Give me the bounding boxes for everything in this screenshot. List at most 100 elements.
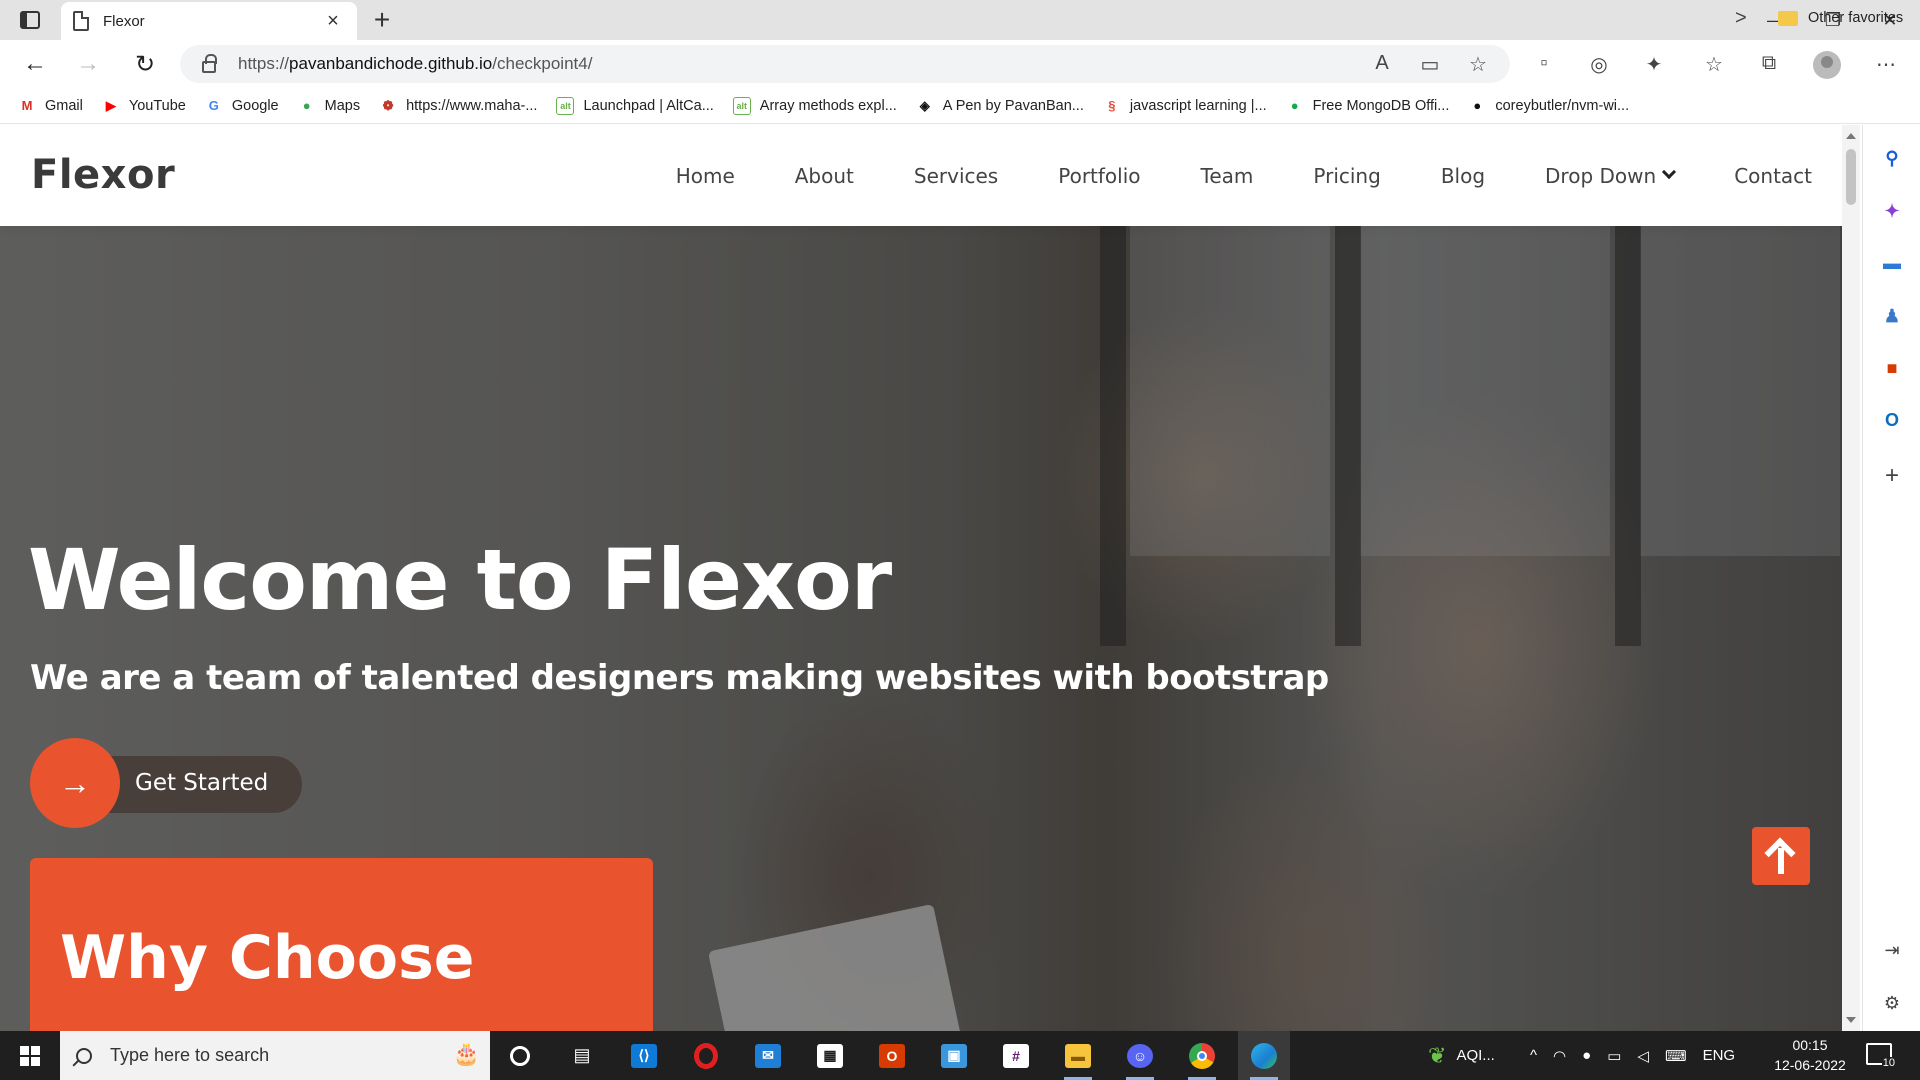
get-started-button[interactable]: → Get Started xyxy=(30,738,302,828)
browser-tab[interactable]: Flexor × xyxy=(61,2,357,40)
nav-link-label: Services xyxy=(913,163,999,188)
discover-icon[interactable]: ✦ xyxy=(1879,198,1905,224)
screenshot-icon[interactable]: ◎ xyxy=(1585,52,1613,78)
bookmark-item[interactable]: G Google xyxy=(205,97,279,115)
add-favorite-icon[interactable]: ☆ xyxy=(1466,52,1490,77)
office-icon[interactable]: ■ xyxy=(1879,355,1905,381)
refresh-icon: ↻ xyxy=(134,50,156,78)
hide-sidebar-icon[interactable]: ⇥ xyxy=(1879,937,1905,963)
weather-label: AQI... xyxy=(1456,1047,1495,1064)
bookmark-item[interactable]: ▶ YouTube xyxy=(102,97,186,115)
nav-link-label: Team xyxy=(1200,163,1254,188)
scrollbar-thumb[interactable] xyxy=(1846,149,1856,205)
file-explorer-icon[interactable]: ▬ xyxy=(1052,1031,1104,1080)
settings-gear-icon[interactable]: ⚙ xyxy=(1879,990,1905,1016)
taskbar-search[interactable]: Type here to search 🎂 xyxy=(60,1031,490,1080)
remote-desktop-icon[interactable]: ▣ xyxy=(928,1031,980,1080)
bookmark-item[interactable]: ● coreybutler/nvm-wi... xyxy=(1468,97,1629,115)
outlook-icon[interactable]: O xyxy=(1879,407,1905,433)
nav-link-portfolio[interactable]: Portfolio xyxy=(1058,164,1140,188)
discord-icon[interactable]: ☺ xyxy=(1114,1031,1166,1080)
hero-section: Welcome to Flexor We are a team of talen… xyxy=(0,226,1842,1031)
extension-icon[interactable]: ▫ xyxy=(1530,52,1558,78)
site-header: Flexor Home About Services Portfolio Team Pri… xyxy=(0,125,1842,226)
taskbar-clock[interactable]: 00:15 12-06-2022 xyxy=(1766,1035,1854,1075)
nav-link-blog[interactable]: Blog xyxy=(1441,164,1485,188)
cortana-icon[interactable] xyxy=(494,1031,546,1080)
opera-icon[interactable] xyxy=(680,1031,732,1080)
back-button[interactable]: ← xyxy=(17,48,53,80)
battery-icon[interactable]: ▭ xyxy=(1607,1047,1621,1065)
bookmark-item[interactable]: M Gmail xyxy=(18,97,83,115)
bookmark-item[interactable]: alt Array methods expl... xyxy=(732,96,897,115)
more-menu-icon[interactable]: ⋯ xyxy=(1872,52,1900,78)
bookmarks-overflow-button[interactable]: > xyxy=(1735,0,1747,36)
forward-button[interactable]: → xyxy=(70,48,106,80)
start-button[interactable] xyxy=(0,1031,60,1080)
notifications-icon[interactable]: 10 xyxy=(1866,1043,1896,1069)
extensions-icon[interactable]: ✦ xyxy=(1640,52,1668,78)
bookmark-item[interactable]: § javascript learning |... xyxy=(1103,97,1266,115)
tools-icon[interactable]: ▬ xyxy=(1879,250,1905,276)
chevron-up-icon[interactable]: ^ xyxy=(1530,1047,1537,1064)
mail-icon[interactable]: ✉ xyxy=(742,1031,794,1080)
other-favorites-folder[interactable]: Other favorites xyxy=(1778,0,1903,36)
language-indicator[interactable]: ENG xyxy=(1703,1047,1736,1064)
profile-avatar[interactable] xyxy=(1813,51,1841,79)
clock-time: 00:15 xyxy=(1792,1037,1828,1053)
nav-link-home[interactable]: Home xyxy=(676,164,735,188)
edge-icon[interactable] xyxy=(1238,1031,1290,1080)
learning-icon: § xyxy=(1108,98,1116,113)
volume-icon[interactable]: ◁ xyxy=(1637,1047,1649,1065)
favorites-icon[interactable]: ☆ xyxy=(1700,52,1728,78)
tab-title: Flexor xyxy=(103,12,145,30)
bookmark-item[interactable]: alt Launchpad | AltCa... xyxy=(556,96,714,115)
read-aloud-icon[interactable]: A xyxy=(1370,52,1394,77)
task-view-icon[interactable]: ▤ xyxy=(556,1031,608,1080)
site-nav: Home About Services Portfolio Team Pricing Blo… xyxy=(616,125,1812,226)
nav-link-label: Blog xyxy=(1440,163,1486,188)
new-tab-button[interactable]: + xyxy=(366,4,398,36)
nav-link-about[interactable]: About xyxy=(795,164,854,188)
slack-icon[interactable]: # xyxy=(990,1031,1042,1080)
page-icon xyxy=(73,11,89,31)
why-choose-card: Why Choose xyxy=(30,858,653,1031)
bookmark-item[interactable]: ● Maps xyxy=(298,97,360,115)
search-icon[interactable]: ⚲ xyxy=(1879,145,1905,171)
network-icon[interactable]: ◠ xyxy=(1553,1047,1566,1065)
scroll-up-icon[interactable] xyxy=(1846,133,1856,139)
keyboard-icon[interactable]: ⌨ xyxy=(1665,1047,1687,1065)
nav-link-team[interactable]: Team xyxy=(1201,164,1254,188)
chrome-icon[interactable] xyxy=(1176,1031,1228,1080)
why-choose-title: Why Choose xyxy=(60,923,475,993)
nav-link-contact[interactable]: Contact xyxy=(1734,164,1812,188)
folder-icon xyxy=(1778,10,1798,26)
tab-actions-button[interactable] xyxy=(14,8,46,32)
page-scrollbar[interactable] xyxy=(1842,125,1860,1031)
bookmark-item[interactable]: ● Free MongoDB Offi... xyxy=(1286,97,1450,115)
collections-icon[interactable]: ⧉ xyxy=(1755,52,1783,78)
bookmark-item[interactable]: ◈ A Pen by PavanBan... xyxy=(916,97,1084,115)
store-icon[interactable]: ▦ xyxy=(804,1031,856,1080)
address-bar[interactable]: https://pavanbandichode.github.io/checkp… xyxy=(180,45,1510,83)
nav-link-services[interactable]: Services xyxy=(914,164,998,188)
site-logo[interactable]: Flexor xyxy=(31,152,175,198)
bookmark-item[interactable]: ❁ https://www.maha-... xyxy=(379,97,538,115)
games-icon[interactable]: ♟ xyxy=(1879,303,1905,329)
refresh-button[interactable]: ↻ xyxy=(127,48,163,80)
weather-widget[interactable]: ❦ AQI... xyxy=(1428,1031,1495,1080)
tab-close-button[interactable]: × xyxy=(321,10,345,33)
immersive-reader-icon[interactable]: ▭ xyxy=(1418,52,1442,77)
nav-link-label: About xyxy=(794,163,854,188)
microphone-icon[interactable]: ● xyxy=(1582,1047,1591,1064)
add-icon[interactable]: + xyxy=(1879,462,1905,489)
arrow-up-icon xyxy=(1778,848,1784,874)
nav-link-pricing[interactable]: Pricing xyxy=(1313,164,1380,188)
scroll-down-icon[interactable] xyxy=(1846,1017,1856,1023)
office-icon[interactable]: O xyxy=(866,1031,918,1080)
back-to-top-button[interactable] xyxy=(1752,827,1810,885)
vscode-icon[interactable]: ⟨⟩ xyxy=(618,1031,670,1080)
nav-link-drop-down[interactable]: Drop Down xyxy=(1545,164,1677,188)
search-icon xyxy=(76,1047,92,1064)
bookmark-label: Array methods expl... xyxy=(759,97,897,114)
